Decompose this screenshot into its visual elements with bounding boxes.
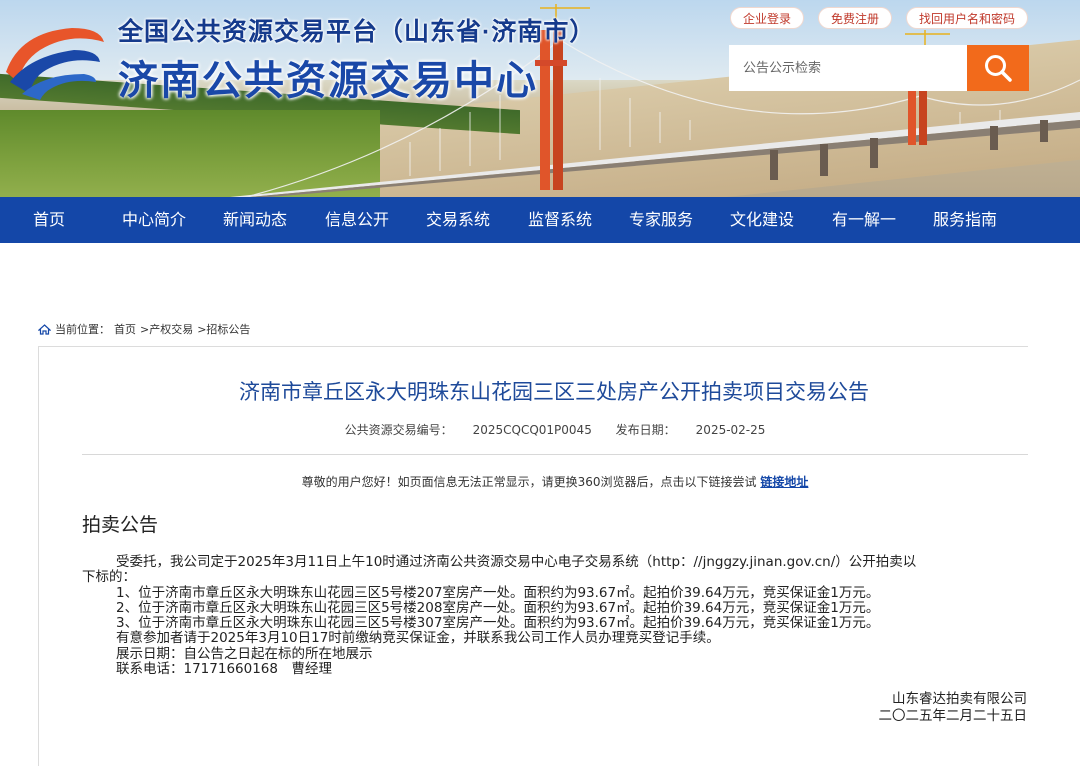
intro-line-cont: 下标的： [82, 569, 136, 586]
recover-account-button[interactable]: 找回用户名和密码 [906, 7, 1029, 29]
lot-item-2: 2、位于济南市章丘区永大明珠东山花园三区5号楼208室房产一处。面积约为93.6… [116, 599, 880, 616]
trade-code: 2025CQCQ01P0045 [472, 423, 592, 437]
nav-supervision[interactable]: 监督系统 [528, 197, 592, 243]
login-button[interactable]: 企业登录 [730, 7, 805, 29]
browser-notice: 尊敬的用户您好！如页面信息无法正常显示，请更换360浏览器后，点击以下链接尝试 … [0, 473, 1080, 490]
lot-item-1: 1、位于济南市章丘区永大明珠东山花园三区5号楼207室房产一处。面积约为93.6… [116, 584, 880, 601]
intro-line: 受委托，我公司定于2025年3月11日上午10时通过济南公共资源交易中心电子交易… [116, 554, 917, 570]
breadcrumb-tender-notice[interactable]: >招标公告 [197, 321, 250, 337]
nav-expert-service[interactable]: 专家服务 [629, 197, 693, 243]
nav-service-guide[interactable]: 服务指南 [933, 197, 997, 243]
breadcrumb-label: 当前位置： [55, 323, 110, 336]
nav-culture[interactable]: 文化建设 [730, 197, 794, 243]
article-title: 济南市章丘区永大明珠东山花园三区三处房产公开拍卖项目交易公告 [239, 380, 869, 404]
header-banner: 全国公共资源交易平台（山东省·济南市） 济南公共资源交易中心 企业登录 免费注册… [0, 0, 1080, 197]
divider [82, 454, 1028, 455]
search-input[interactable] [729, 45, 967, 91]
nav-disclosure[interactable]: 信息公开 [325, 197, 389, 243]
alternate-link[interactable]: 链接地址 [760, 475, 808, 489]
nav-about[interactable]: 中心简介 [122, 197, 186, 243]
site-logo [6, 28, 104, 100]
nav-one-explanation[interactable]: 有一解一 [832, 197, 896, 243]
deposit-note: 有意参加者请于2025年3月10日17时前缴纳竞买保证金，并联系我公司工作人员办… [116, 630, 720, 647]
contact-info: 联系电话：17171660168 曹经理 [116, 661, 332, 678]
nav-news[interactable]: 新闻动态 [223, 197, 287, 243]
breadcrumb-property-trading[interactable]: >产权交易 [140, 321, 193, 337]
trade-code-label: 公共资源交易编号： [344, 423, 453, 437]
browser-notice-text: 尊敬的用户您好！如页面信息无法正常显示，请更换360浏览器后，点击以下链接尝试 [301, 475, 757, 489]
publish-date-label: 发布日期： [615, 423, 676, 437]
search-icon [985, 55, 1012, 82]
main-nav: 首页 中心简介 新闻动态 信息公开 交易系统 监督系统 专家服务 文化建设 有一… [0, 197, 1080, 243]
section-heading: 拍卖公告 [82, 514, 159, 536]
register-button[interactable]: 免费注册 [818, 7, 893, 29]
nav-trading-system[interactable]: 交易系统 [426, 197, 490, 243]
article-body: 受委托，我公司定于2025年3月11日上午10时通过济南公共资源交易中心电子交易… [82, 554, 1028, 678]
platform-title: 全国公共资源交易平台（山东省·济南市） [118, 18, 596, 46]
article-meta: 公共资源交易编号： 2025CQCQ01P0045 发布日期： 2025-02-25 [0, 421, 1080, 438]
search-button[interactable] [967, 45, 1029, 91]
nav-home[interactable]: 首页 [33, 197, 65, 243]
signature-date: 二〇二五年二月二十五日 [878, 708, 1028, 724]
breadcrumb-home[interactable]: 首页 [114, 321, 136, 337]
home-icon [38, 323, 51, 335]
exhibit-date: 展示日期：自公告之日起在标的所在地展示 [116, 645, 373, 662]
top-links: 企业登录 免费注册 找回用户名和密码 [730, 7, 1029, 29]
search-bar [729, 45, 1029, 91]
site-title: 济南公共资源交易中心 [118, 59, 538, 103]
breadcrumb: 当前位置： 首页 >产权交易 >招标公告 [38, 321, 250, 337]
publish-date: 2025-02-25 [695, 423, 766, 437]
